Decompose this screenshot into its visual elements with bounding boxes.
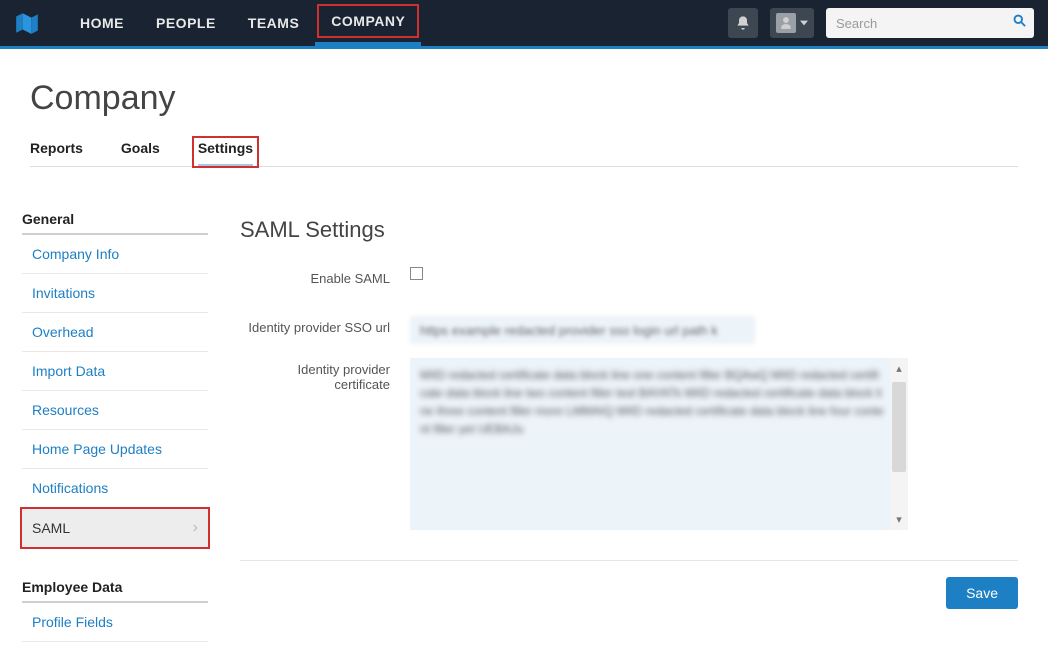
scroll-up-icon[interactable]: ▴	[896, 362, 902, 375]
main-panel: SAML Settings Enable SAML Identity provi…	[210, 187, 1018, 642]
nav-teams[interactable]: TEAMS	[232, 0, 316, 46]
sidebar-item-import-data[interactable]: Import Data	[22, 352, 208, 391]
sidebar-item-label: Import Data	[32, 363, 105, 379]
tab-goals[interactable]: Goals	[121, 140, 160, 166]
search-input[interactable]	[836, 16, 1012, 31]
tab-reports[interactable]: Reports	[30, 140, 83, 166]
sidebar-item-label: SAML	[32, 520, 70, 536]
sidebar-section-general: General	[22, 211, 208, 235]
sidebar-item-notifications[interactable]: Notifications	[22, 469, 208, 508]
textarea-content: MIID redacted certificate data block lin…	[410, 358, 908, 530]
search-box[interactable]	[826, 8, 1034, 38]
save-button[interactable]: Save	[946, 577, 1018, 609]
scrollbar[interactable]: ▴ ▾	[890, 358, 908, 530]
content: General Company Info Invitations Overhea…	[0, 187, 1048, 672]
sidebar-section-employee-data: Employee Data	[22, 579, 208, 603]
nav-items: HOME PEOPLE TEAMS COMPANY	[64, 0, 421, 46]
nav-people[interactable]: PEOPLE	[140, 0, 232, 46]
sidebar-item-label: Profile Fields	[32, 614, 113, 630]
row-enable-saml: Enable SAML	[240, 267, 1018, 286]
scroll-down-icon[interactable]: ▾	[896, 513, 902, 526]
sidebar-item-label: Invitations	[32, 285, 95, 301]
app-logo[interactable]	[14, 10, 40, 36]
sidebar-item-resources[interactable]: Resources	[22, 391, 208, 430]
topbar: HOME PEOPLE TEAMS COMPANY	[0, 0, 1048, 49]
sidebar-item-invitations[interactable]: Invitations	[22, 274, 208, 313]
sidebar-item-label: Overhead	[32, 324, 93, 340]
sidebar-item-saml[interactable]: SAML ›	[22, 508, 208, 549]
nav-home[interactable]: HOME	[64, 0, 140, 46]
caret-down-icon	[800, 19, 808, 27]
chevron-right-icon: ›	[193, 519, 198, 537]
input-sso-url[interactable]	[410, 316, 755, 344]
page-header: Company Reports Goals Settings	[0, 49, 1048, 187]
sidebar-item-label: Resources	[32, 402, 99, 418]
tab-settings-label: Settings	[198, 140, 253, 156]
tab-settings[interactable]: Settings	[198, 140, 253, 167]
sidebar: General Company Info Invitations Overhea…	[0, 187, 210, 642]
row-sso-url: Identity provider SSO url	[240, 316, 1018, 344]
nav-company[interactable]: COMPANY	[315, 0, 421, 46]
scroll-thumb[interactable]	[892, 382, 906, 472]
sidebar-item-overhead[interactable]: Overhead	[22, 313, 208, 352]
save-row: Save	[240, 577, 1018, 609]
sidebar-item-home-page-updates[interactable]: Home Page Updates	[22, 430, 208, 469]
label-sso-url: Identity provider SSO url	[240, 316, 410, 335]
label-certificate: Identity provider certificate	[240, 358, 410, 392]
avatar-icon	[776, 13, 796, 33]
user-menu-button[interactable]	[770, 8, 814, 38]
nav-company-label: COMPANY	[331, 13, 405, 29]
sidebar-item-label: Notifications	[32, 480, 108, 496]
sidebar-item-profile-fields[interactable]: Profile Fields	[22, 603, 208, 642]
checkbox-enable-saml[interactable]	[410, 267, 423, 280]
row-certificate: Identity provider certificate MIID redac…	[240, 358, 1018, 530]
label-enable-saml: Enable SAML	[240, 267, 410, 286]
divider	[240, 560, 1018, 561]
page-title: Company	[30, 79, 1018, 118]
bell-icon	[735, 15, 751, 31]
textarea-certificate[interactable]: MIID redacted certificate data block lin…	[410, 358, 908, 530]
topbar-right	[728, 8, 1034, 38]
section-title: SAML Settings	[240, 217, 1018, 243]
sidebar-item-label: Company Info	[32, 246, 119, 262]
sidebar-item-label: Home Page Updates	[32, 441, 162, 457]
search-icon[interactable]	[1012, 13, 1027, 33]
notifications-button[interactable]	[728, 8, 758, 38]
sidebar-item-company-info[interactable]: Company Info	[22, 235, 208, 274]
tabs: Reports Goals Settings	[30, 140, 1018, 167]
